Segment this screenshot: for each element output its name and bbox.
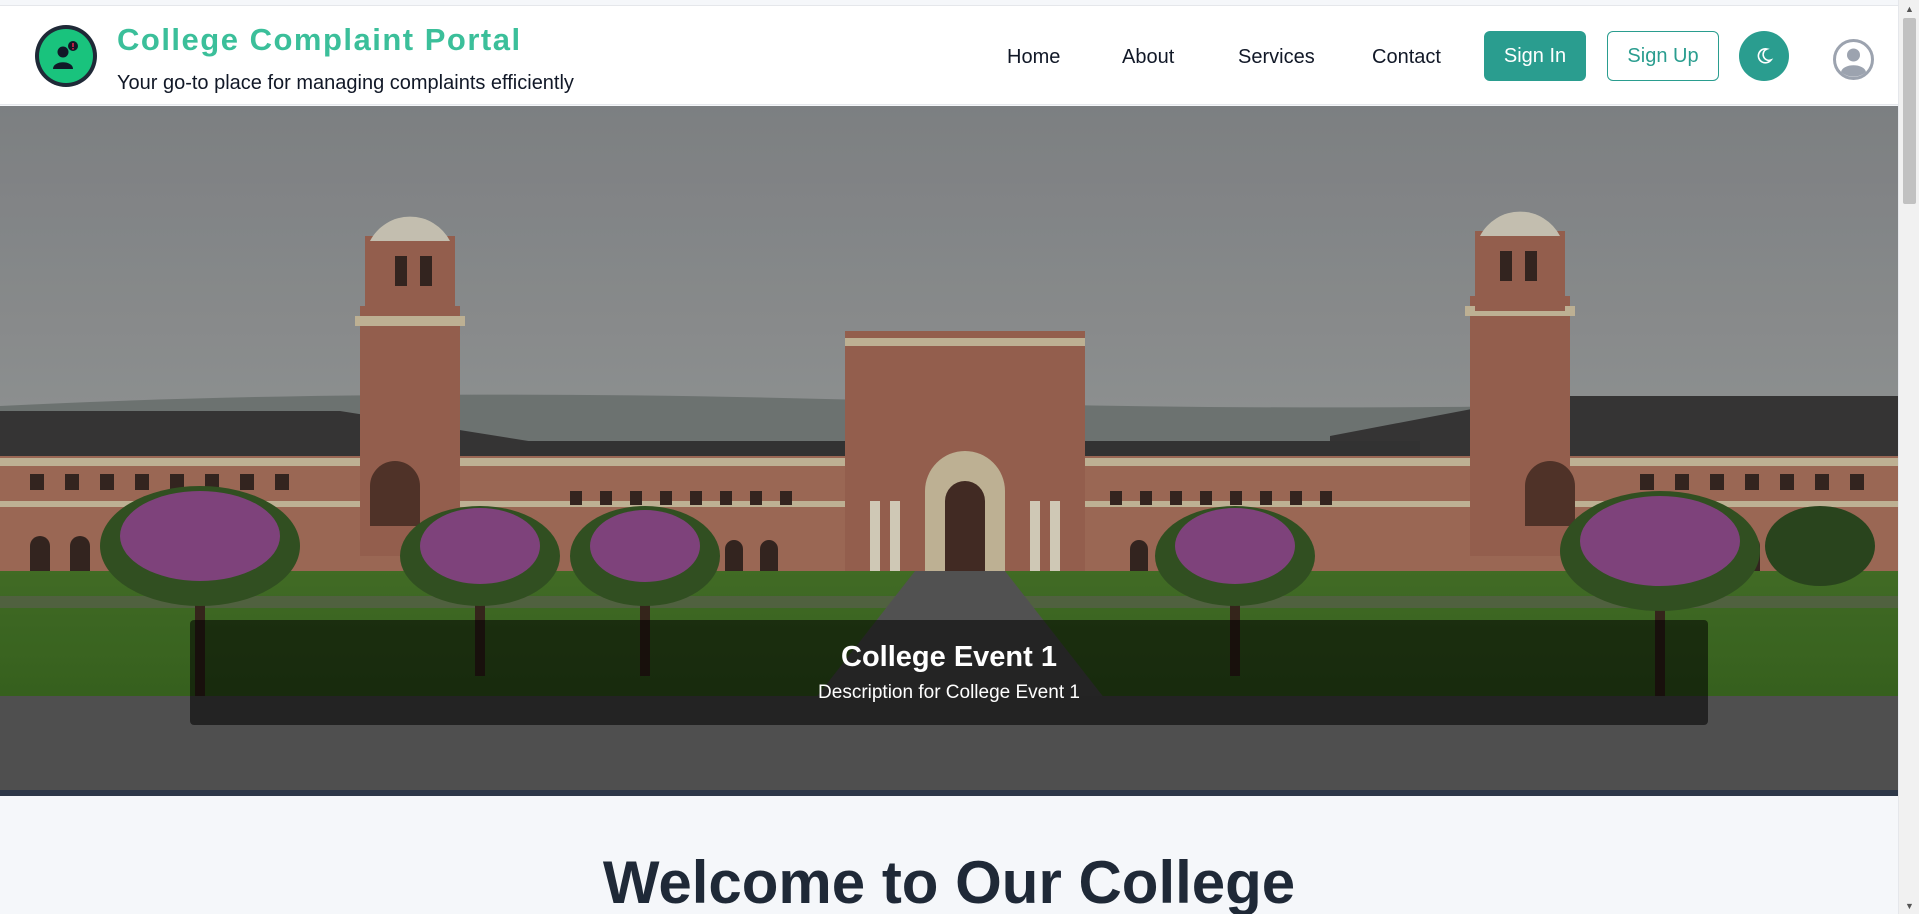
page: College Complaint Portal Your go-to plac…: [0, 0, 1898, 914]
nav-home[interactable]: Home: [1007, 46, 1060, 69]
brand-subtitle: Your go-to place for managing complaints…: [117, 72, 574, 94]
scroll-thumb[interactable]: [1903, 18, 1916, 204]
scroll-up-icon[interactable]: ▲: [1899, 0, 1919, 17]
scroll-down-icon[interactable]: ▼: [1899, 897, 1919, 914]
sign-in-button[interactable]: Sign In: [1484, 31, 1586, 81]
moon-icon: [1757, 48, 1774, 64]
complaint-user-icon: [39, 29, 93, 83]
vertical-scrollbar[interactable]: ▲ ▼: [1898, 0, 1919, 914]
brand-title: College Complaint Portal: [117, 22, 522, 57]
theme-toggle-button[interactable]: [1739, 31, 1789, 81]
slide-description: Description for College Event 1: [818, 682, 1080, 703]
nav-about[interactable]: About: [1122, 46, 1174, 69]
sign-up-button[interactable]: Sign Up: [1607, 31, 1719, 81]
logo[interactable]: [35, 25, 97, 87]
site-header: College Complaint Portal Your go-to plac…: [0, 5, 1898, 105]
welcome-heading: Welcome to Our College: [602, 849, 1296, 914]
nav-services[interactable]: Services: [1238, 46, 1315, 69]
carousel-caption: College Event 1 Description for College …: [190, 620, 1708, 725]
hero-carousel: College Event 1 Description for College …: [0, 106, 1898, 796]
nav-contact[interactable]: Contact: [1372, 46, 1441, 69]
user-avatar-icon[interactable]: [1833, 39, 1874, 80]
slide-title: College Event 1: [841, 641, 1057, 673]
